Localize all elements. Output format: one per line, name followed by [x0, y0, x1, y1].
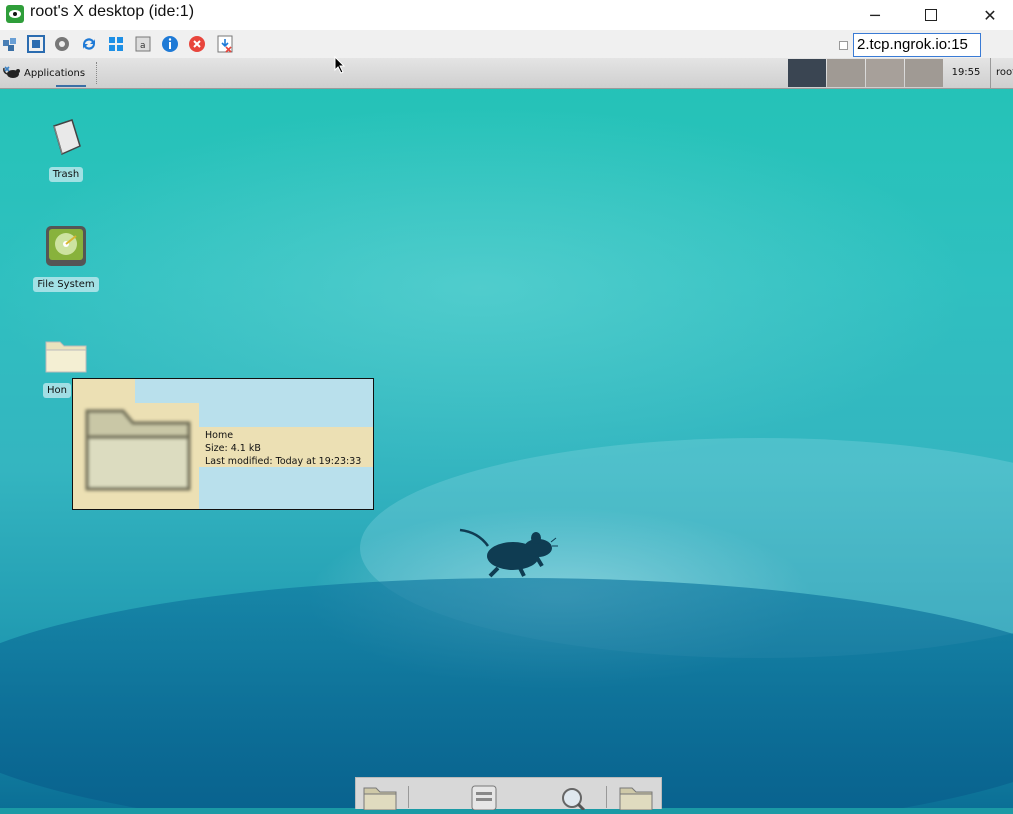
address-field[interactable]: 2.tcp.ngrok.io:15 — [853, 33, 981, 57]
desktop-icon-label: Trash — [48, 167, 84, 182]
window-titlebar: root's X desktop (ide:1) ─ ✕ — [0, 0, 1013, 30]
search-icon — [562, 788, 586, 812]
ctrl-alt-del-icon: a — [135, 36, 151, 52]
network-options-button[interactable] — [1, 35, 19, 53]
file-manager-icon — [471, 785, 497, 811]
dock-separator — [606, 786, 607, 808]
desktop-icon-label: File System — [33, 277, 99, 292]
folder-icon — [363, 787, 397, 811]
minimize-button[interactable]: ─ — [852, 0, 898, 30]
workspace-2[interactable] — [827, 59, 865, 87]
fullscreen-icon — [27, 35, 45, 53]
applications-menu-button[interactable]: Applications — [0, 58, 92, 88]
folder-icon — [45, 341, 87, 373]
maximize-icon — [925, 9, 937, 21]
xfce-mouse-logo — [459, 528, 558, 578]
applications-label: Applications — [24, 67, 86, 79]
minimize-icon: ─ — [870, 5, 880, 25]
ctrl-alt-del-button[interactable]: a — [134, 35, 152, 53]
svg-text:a: a — [140, 41, 146, 51]
address-checkbox[interactable] — [839, 41, 848, 50]
workspace-1[interactable] — [788, 59, 826, 87]
dock-item-file-manager[interactable] — [466, 784, 502, 811]
trash-icon — [53, 119, 81, 156]
refresh-icon — [83, 38, 95, 50]
dock-item-show-desktop[interactable] — [362, 784, 398, 811]
top-panel: Applications 19:55 root — [0, 58, 1013, 89]
file-transfer-button[interactable] — [216, 35, 234, 53]
close-icon: ✕ — [983, 5, 997, 25]
applications-indicator — [56, 85, 86, 87]
window-title: root's X desktop (ide:1) — [30, 3, 195, 20]
tooltip-size: Size: 4.1 kB — [205, 443, 261, 454]
tooltip-name: Home — [205, 430, 234, 441]
dock-separator — [408, 786, 409, 808]
disconnect-button[interactable] — [188, 35, 206, 53]
bottom-dock — [355, 777, 662, 812]
dock-item-search[interactable] — [556, 784, 592, 812]
wallpaper-wave — [0, 578, 1013, 808]
fullscreen-button[interactable] — [27, 35, 45, 53]
desktop-icon-file-system[interactable]: File System — [31, 224, 101, 292]
folder-icon — [85, 409, 191, 491]
maximize-button[interactable] — [908, 0, 954, 30]
desktop-icon-trash[interactable]: Trash — [31, 116, 101, 182]
workspace-3[interactable] — [866, 59, 904, 87]
info-button[interactable] — [161, 35, 179, 53]
panel-separator — [96, 62, 99, 84]
close-button[interactable]: ✕ — [967, 0, 1013, 30]
tooltip-text: Home Size: 4.1 kB Last modified: Today a… — [199, 427, 373, 467]
desktop-icon-label: Hon — [43, 383, 71, 398]
eye-icon — [6, 5, 24, 23]
windows-key-button[interactable] — [107, 35, 125, 53]
tooltip-modified: Last modified: Today at 19:23:33 — [205, 456, 362, 467]
settings-button[interactable] — [53, 35, 71, 53]
dock-item-folder[interactable] — [618, 784, 654, 811]
mouse-cursor-icon — [334, 56, 346, 74]
panel-user[interactable]: root — [990, 58, 1013, 88]
settings-icon — [55, 37, 69, 51]
file-tooltip: Home Size: 4.1 kB Last modified: Today a… — [72, 378, 374, 510]
info-icon — [162, 36, 178, 52]
disconnect-icon — [189, 36, 205, 52]
hard-drive-icon — [46, 226, 86, 266]
panel-clock[interactable]: 19:55 — [948, 58, 984, 88]
windows-key-icon — [109, 37, 123, 51]
file-transfer-icon — [217, 35, 233, 53]
network-options-icon — [3, 38, 16, 51]
folder-icon — [619, 787, 653, 811]
xfce-mouse-icon — [3, 66, 20, 78]
refresh-button[interactable] — [80, 35, 98, 53]
workspace-4[interactable] — [905, 59, 943, 87]
